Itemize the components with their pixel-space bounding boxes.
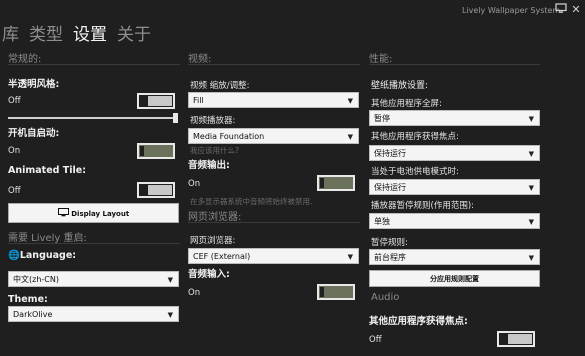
display-layout-label: Display Layout [71,210,130,218]
fullscreen-value: 暂停 [374,114,390,123]
tab-about[interactable]: 关于 [117,20,151,45]
monitor-icon [57,208,69,217]
restart-header: 需要 Lively 重启: [8,233,87,244]
browser-dropdown[interactable]: CEF (External) ▼ [188,248,359,264]
theme-label: Theme: [8,294,48,305]
video-section: 视频: [188,50,360,69]
language-dropdown[interactable]: 中文(zh-CN) ▼ [8,271,179,287]
audio-focus-state: Off [369,335,382,345]
general-section: 常规的: [8,50,180,69]
transparency-toggle[interactable] [137,93,175,109]
pause-value: 前台程序 [374,253,406,262]
app-title: Lively Wallpaper System [462,6,561,15]
globe-icon: 🌐 [8,250,20,261]
chevron-down-icon: ▼ [528,254,534,262]
language-value: 中文(zh-CN) [13,275,59,284]
chevron-down-icon: ▼ [528,150,534,158]
title-bar: 库 类型 设置 关于 Lively Wallpaper System ✕ [0,0,585,46]
display-layout-button[interactable]: Display Layout [8,203,179,223]
chevron-down-icon: ▼ [167,311,173,319]
animated-tile-label: Animated Tile: [8,165,87,176]
web-header: 网页浏览器: [188,212,242,223]
startup-toggle[interactable] [137,143,175,159]
chevron-down-icon: ▼ [347,97,353,105]
scaling-dropdown[interactable]: Fill ▼ [188,92,359,108]
focus-label: 其他应用程序获得焦点: [371,132,459,142]
toggle-thumb [320,178,324,188]
language-label-text: Language: [19,250,77,261]
main-tabs: 库 类型 设置 关于 [2,20,151,45]
audio-input-toggle[interactable] [317,284,355,300]
audio-output-state: On [188,179,201,189]
toggle-knob [148,185,172,195]
language-label: 🌐Language: [8,250,76,261]
theme-dropdown[interactable]: DarkOlive ▼ [8,306,179,322]
playback-label: 壁纸播放设置: [371,81,429,91]
pause-label: 暂停规则: [371,238,408,248]
tab-types[interactable]: 类型 [29,20,63,45]
chevron-down-icon: ▼ [347,253,353,261]
tab-settings[interactable]: 设置 [73,20,107,45]
audio-focus-toggle[interactable] [497,331,535,347]
focus-value: 保持运行 [374,149,406,158]
chevron-down-icon: ▼ [528,184,534,192]
web-section: 网页浏览器: [188,208,360,227]
transparency-slider-thumb[interactable] [173,113,178,123]
chevron-down-icon: ▼ [167,276,173,284]
battery-label: 当处于电池供电模式时: [371,167,459,177]
player-label: 视频播放器: [190,116,236,126]
scaling-label: 视频 缩放/调整: [190,81,250,91]
audio-header: Audio [371,292,400,303]
toggle-thumb [140,146,144,156]
pause-rule-dropdown[interactable]: 单独 ▼ [369,213,540,229]
audio-output-toggle[interactable] [317,175,355,191]
animated-tile-toggle[interactable] [137,182,175,198]
animated-tile-state: Off [8,186,21,196]
browser-label: 网页浏览器: [190,236,236,246]
toggle-knob [148,96,172,106]
toggle-thumb [320,287,324,297]
battery-dropdown[interactable]: 保持运行 ▼ [369,179,540,195]
player-hint-link[interactable]: 我应该用什么? [190,145,239,156]
monitor-icon[interactable] [554,3,568,17]
fullscreen-dropdown[interactable]: 暂停 ▼ [369,110,540,126]
focus-dropdown[interactable]: 保持运行 ▼ [369,145,540,161]
app-rules-button[interactable]: 分应用规则配置 [369,270,540,287]
startup-state: On [8,146,21,156]
pause-dropdown[interactable]: 前台程序 ▼ [369,249,540,265]
scaling-value: Fill [193,96,204,105]
audio-output-label: 音频输出: [188,160,230,171]
audio-section: Audio [371,292,542,306]
theme-value: DarkOlive [13,310,53,319]
player-value: Media Foundation [193,132,265,141]
transparency-state: Off [8,96,21,106]
fullscreen-label: 其他应用程序全屏: [371,99,442,109]
audio-input-state: On [188,288,201,298]
chevron-down-icon: ▼ [347,133,353,141]
audio-hint: 在多显示器系统中音频将始终被禁用. [190,197,313,206]
transparency-slider[interactable] [8,117,176,119]
transparency-label: 半透明风格: [8,79,60,90]
chevron-down-icon: ▼ [528,218,534,226]
divider [369,64,540,65]
tab-library[interactable]: 库 [2,20,19,45]
battery-value: 保持运行 [374,183,406,192]
audio-focus-label: 其他应用程序获得焦点: [369,316,468,327]
audio-input-label: 音频输入: [188,269,230,280]
close-icon[interactable]: ✕ [569,3,583,17]
divider [188,64,360,65]
performance-header: 性能: [369,54,393,65]
video-header: 视频: [188,54,212,65]
restart-section: 需要 Lively 重启: [8,229,180,248]
pause-rule-value: 单独 [374,217,390,226]
startup-label: 开机自启动: [8,128,60,139]
general-header: 常规的: [8,54,42,65]
toggle-knob [508,334,532,344]
browser-value: CEF (External) [193,252,251,261]
performance-section: 性能: [369,50,540,69]
chevron-down-icon: ▼ [528,115,534,123]
player-dropdown[interactable]: Media Foundation ▼ [188,128,359,144]
pause-rule-label: 播放器暂停规则(作用范围): [371,201,474,211]
